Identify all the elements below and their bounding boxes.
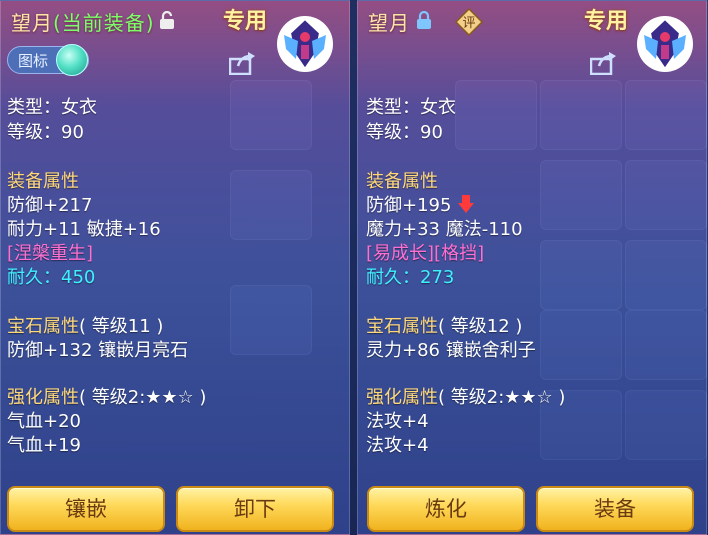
item-type: 类型：女衣 bbox=[7, 97, 97, 118]
defense-stat-row: 防御+195 bbox=[366, 191, 475, 217]
durability: 耐久：273 bbox=[366, 267, 455, 288]
enhance-stat-1: 法攻+4 bbox=[366, 411, 429, 432]
unlock-icon[interactable] bbox=[159, 11, 175, 29]
equip-button[interactable]: 装备 bbox=[536, 486, 694, 532]
item-level: 等级：90 bbox=[7, 122, 84, 143]
share-icon[interactable] bbox=[229, 51, 257, 75]
gem-stat: 防御+132 镶嵌月亮石 bbox=[7, 340, 189, 361]
item-title: 望月 bbox=[368, 7, 410, 36]
item-name: 望月 bbox=[11, 11, 53, 35]
panel-divider bbox=[350, 0, 357, 535]
enhance-stat-2: 法攻+4 bbox=[366, 435, 429, 456]
enhance-attr-header: 强化属性 bbox=[366, 387, 438, 408]
down-arrow-icon bbox=[458, 195, 475, 213]
toggle-knob bbox=[56, 44, 88, 76]
enhance-stat-1: 气血+20 bbox=[7, 411, 81, 432]
defense-stat: 防御+195 bbox=[366, 195, 452, 216]
enhance-level: ( 等级2:★★☆ ) bbox=[438, 387, 566, 408]
lock-icon[interactable] bbox=[416, 11, 432, 29]
equip-attr-header: 装备属性 bbox=[366, 171, 438, 192]
compare-item-panel: 望月 专用 类型：女衣 等级：90 装备属性 防御+195 魔力+33 魔法-1… bbox=[357, 0, 707, 535]
enhance-attr: 强化属性( 等级2:★★☆ ) bbox=[7, 383, 206, 409]
equip-attr-header: 装备属性 bbox=[7, 171, 79, 192]
inlay-button[interactable]: 镶嵌 bbox=[7, 486, 165, 532]
refine-button[interactable]: 炼化 bbox=[367, 486, 525, 532]
gem-attr: 宝石属性( 等级12 ) bbox=[366, 312, 522, 338]
equipped-item-panel: 望月(当前装备) 专用 图标 类型：女衣 等级：90 装备属性 防御+217 耐… bbox=[0, 0, 350, 535]
gem-attr: 宝石属性( 等级11 ) bbox=[7, 312, 163, 338]
enhance-stat-2: 气血+19 bbox=[7, 435, 81, 456]
unequip-button[interactable]: 卸下 bbox=[176, 486, 334, 532]
exclusive-tag: 专用 bbox=[223, 9, 268, 34]
item-type: 类型：女衣 bbox=[366, 97, 456, 118]
gem-attr-header: 宝石属性 bbox=[7, 316, 79, 337]
icon-toggle-label: 图标 bbox=[18, 52, 49, 70]
secondary-stats: 魔力+33 魔法-110 bbox=[366, 219, 523, 240]
costume-emblem-icon bbox=[637, 16, 693, 72]
item-title: 望月(当前装备) bbox=[11, 7, 155, 36]
gem-level: ( 等级11 ) bbox=[79, 316, 164, 337]
defense-stat: 防御+217 bbox=[7, 195, 93, 216]
durability: 耐久：450 bbox=[7, 267, 96, 288]
special-effect: [易成长][格挡] bbox=[366, 243, 485, 264]
rating-badge-icon[interactable]: 评 bbox=[455, 8, 483, 36]
gem-level: ( 等级12 ) bbox=[438, 316, 523, 337]
enhance-level: ( 等级2:★★☆ ) bbox=[79, 387, 207, 408]
rating-badge-label: 评 bbox=[462, 16, 475, 31]
exclusive-tag: 专用 bbox=[584, 9, 629, 34]
secondary-stats: 耐力+11 敏捷+16 bbox=[7, 219, 161, 240]
costume-emblem-icon bbox=[277, 16, 333, 72]
item-name: 望月 bbox=[368, 11, 410, 35]
special-effect: [涅槃重生] bbox=[7, 243, 94, 264]
item-level: 等级：90 bbox=[366, 122, 443, 143]
share-icon[interactable] bbox=[590, 51, 618, 75]
icon-toggle[interactable]: 图标 bbox=[7, 44, 89, 76]
gem-attr-header: 宝石属性 bbox=[366, 316, 438, 337]
gem-stat: 灵力+86 镶嵌舍利子 bbox=[366, 340, 536, 361]
equipped-status: (当前装备) bbox=[53, 11, 155, 35]
enhance-attr-header: 强化属性 bbox=[7, 387, 79, 408]
enhance-attr: 强化属性( 等级2:★★☆ ) bbox=[366, 383, 565, 409]
